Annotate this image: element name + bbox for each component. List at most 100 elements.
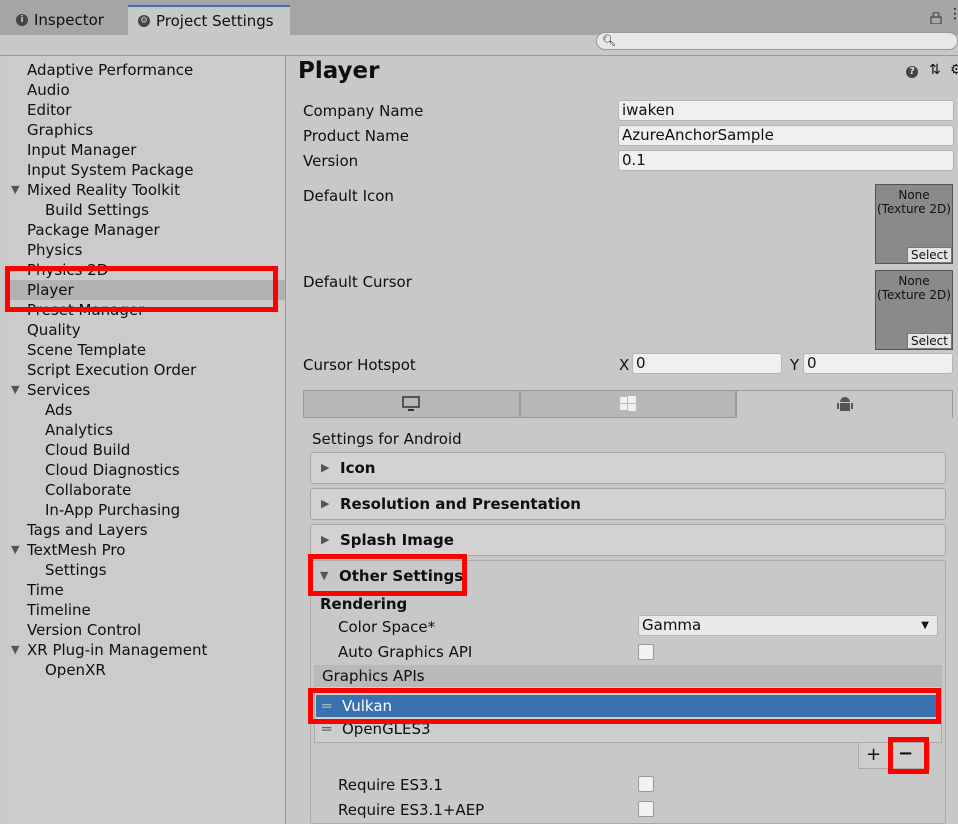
chevron-down-icon: ▼ [921, 620, 929, 631]
page-title: Player [298, 58, 380, 84]
default-cursor-texture-slot[interactable]: None (Texture 2D) Select [875, 270, 953, 350]
hotspot-y-field[interactable]: 0 [803, 353, 953, 374]
sidebar-item-label: Input System Package [27, 161, 194, 179]
texture-none-label: None [898, 188, 930, 202]
platform-tabs [303, 390, 954, 418]
tab-android[interactable] [736, 390, 954, 418]
add-button[interactable]: + [866, 744, 881, 765]
sidebar-item-services[interactable]: ▼ Services [7, 380, 285, 400]
texture-none-label: None [898, 274, 930, 288]
require-es31-checkbox[interactable] [638, 776, 654, 792]
sidebar-item-audio[interactable]: Audio [7, 80, 285, 100]
texture-type-label: (Texture 2D) [877, 288, 951, 302]
sidebar-item-textmesh-pro[interactable]: ▼ TextMesh Pro [7, 540, 285, 560]
search-icon: 🔍︎ [602, 34, 616, 47]
sidebar-item-label: OpenXR [45, 661, 106, 679]
auto-graphics-api-checkbox[interactable] [638, 644, 654, 660]
sidebar-item-label: Adaptive Performance [27, 61, 194, 79]
sidebar-item-tags-and-layers[interactable]: Tags and Layers [7, 520, 285, 540]
sidebar-item-timeline[interactable]: Timeline [7, 600, 285, 620]
sidebar-item-package-manager[interactable]: Package Manager [7, 220, 285, 240]
sidebar-item-cloud-build[interactable]: Cloud Build [7, 440, 285, 460]
company-name-field[interactable]: iwaken [618, 100, 954, 121]
more-menu-icon[interactable]: ⋮ [948, 6, 958, 22]
expand-arrow-icon[interactable]: ▼ [11, 640, 19, 660]
color-space-dropdown[interactable]: Gamma ▼ [638, 615, 938, 636]
tab-project-settings[interactable]: ⚙ Project Settings [128, 5, 290, 35]
product-name-field[interactable]: AzureAnchorSample [618, 125, 954, 146]
sidebar-item-editor[interactable]: Editor [7, 100, 285, 120]
require-es31-label: Require ES3.1 [338, 776, 443, 794]
highlight-vulkan [308, 688, 941, 724]
sidebar-item-input-manager[interactable]: Input Manager [7, 140, 285, 160]
sidebar-item-label: Graphics [27, 121, 94, 139]
sidebar-item-label: Services [27, 381, 91, 399]
default-icon-texture-slot[interactable]: None (Texture 2D) Select [875, 184, 953, 264]
sidebar-item-xr-plug-in-management[interactable]: ▼ XR Plug-in Management [7, 640, 285, 660]
sidebar-item-label: Collaborate [45, 481, 132, 499]
tab-standalone[interactable] [303, 390, 520, 418]
tab-windows[interactable] [519, 390, 737, 418]
sidebar: Adaptive Performance Audio Editor Graphics I… [7, 56, 286, 824]
expand-arrow-icon[interactable]: ▼ [11, 380, 19, 400]
windows-icon [620, 396, 636, 411]
lock-icon[interactable] [930, 10, 942, 25]
sidebar-item-analytics[interactable]: Analytics [7, 420, 285, 440]
tab-inspector-label: Inspector [34, 11, 104, 29]
foldout-resolution[interactable]: ▶ Resolution and Presentation [310, 488, 946, 520]
sidebar-item-label: Build Settings [45, 201, 149, 219]
hotspot-y-label: Y [790, 356, 800, 374]
require-es31-aep-checkbox[interactable] [638, 801, 654, 817]
sidebar-item-input-system-package[interactable]: Input System Package [7, 160, 285, 180]
color-space-label: Color Space* [338, 618, 436, 636]
sidebar-item-label: Mixed Reality Toolkit [27, 181, 180, 199]
settings-menu-icon[interactable]: ⚙ [950, 62, 958, 78]
sidebar-item-cloud-diagnostics[interactable]: Cloud Diagnostics [7, 460, 285, 480]
sidebar-item-script-execution-order[interactable]: Script Execution Order [7, 360, 285, 380]
texture-type-label: (Texture 2D) [877, 202, 951, 216]
expand-arrow-icon[interactable]: ▼ [11, 540, 19, 560]
sidebar-item-ads[interactable]: Ads [7, 400, 285, 420]
hotspot-x-field[interactable]: 0 [632, 353, 782, 374]
rendering-heading: Rendering [320, 595, 408, 613]
sidebar-item-scene-template[interactable]: Scene Template [7, 340, 285, 360]
sidebar-item-physics[interactable]: Physics [7, 240, 285, 260]
default-icon-select-button[interactable]: Select [906, 247, 952, 263]
sidebar-item-adaptive-performance[interactable]: Adaptive Performance [7, 60, 285, 80]
settings-for-android-label: Settings for Android [312, 430, 462, 448]
help-icon[interactable]: ? [906, 66, 918, 78]
foldout-icon[interactable]: ▶ Icon [310, 452, 946, 484]
sidebar-item-collaborate[interactable]: Collaborate [7, 480, 285, 500]
company-name-label: Company Name [303, 102, 424, 120]
sidebar-item-label: Cloud Build [45, 441, 131, 459]
sidebar-item-in-app-purchasing[interactable]: In-App Purchasing [7, 500, 285, 520]
sidebar-item-version-control[interactable]: Version Control [7, 620, 285, 640]
sidebar-item-label: Script Execution Order [27, 361, 197, 379]
sidebar-item-label: Audio [27, 81, 70, 99]
window-tab-bar: i Inspector ⚙ Project Settings ⋮ [0, 0, 958, 35]
sidebar-item-graphics[interactable]: Graphics [7, 120, 285, 140]
sidebar-item-settings[interactable]: Settings [7, 560, 285, 580]
sidebar-item-mixed-reality-toolkit[interactable]: ▼ Mixed Reality Toolkit [7, 180, 285, 200]
highlight-other-settings [308, 554, 467, 596]
expand-arrow-icon[interactable]: ▼ [11, 180, 19, 200]
sidebar-item-label: XR Plug-in Management [27, 641, 208, 659]
search-input[interactable]: 🔍︎ [596, 32, 958, 50]
auto-graphics-api-label: Auto Graphics API [338, 643, 473, 661]
sidebar-item-openxr[interactable]: OpenXR [7, 660, 285, 680]
sidebar-item-label: Scene Template [27, 341, 146, 359]
preset-icon[interactable]: ⇅ [929, 62, 941, 78]
default-cursor-select-button[interactable]: Select [906, 333, 952, 349]
foldout-splash[interactable]: ▶ Splash Image [310, 524, 946, 556]
sidebar-item-time[interactable]: Time [7, 580, 285, 600]
tab-inspector[interactable]: i Inspector [6, 5, 124, 35]
sidebar-item-label: Cloud Diagnostics [45, 461, 180, 479]
sidebar-item-label: Input Manager [27, 141, 137, 159]
android-icon [836, 396, 853, 411]
monitor-icon [402, 396, 421, 411]
sidebar-item-quality[interactable]: Quality [7, 320, 285, 340]
sidebar-item-build-settings[interactable]: Build Settings [7, 200, 285, 220]
hotspot-x-label: X [619, 356, 630, 374]
sidebar-item-label: Editor [27, 101, 72, 119]
version-field[interactable]: 0.1 [618, 150, 954, 171]
